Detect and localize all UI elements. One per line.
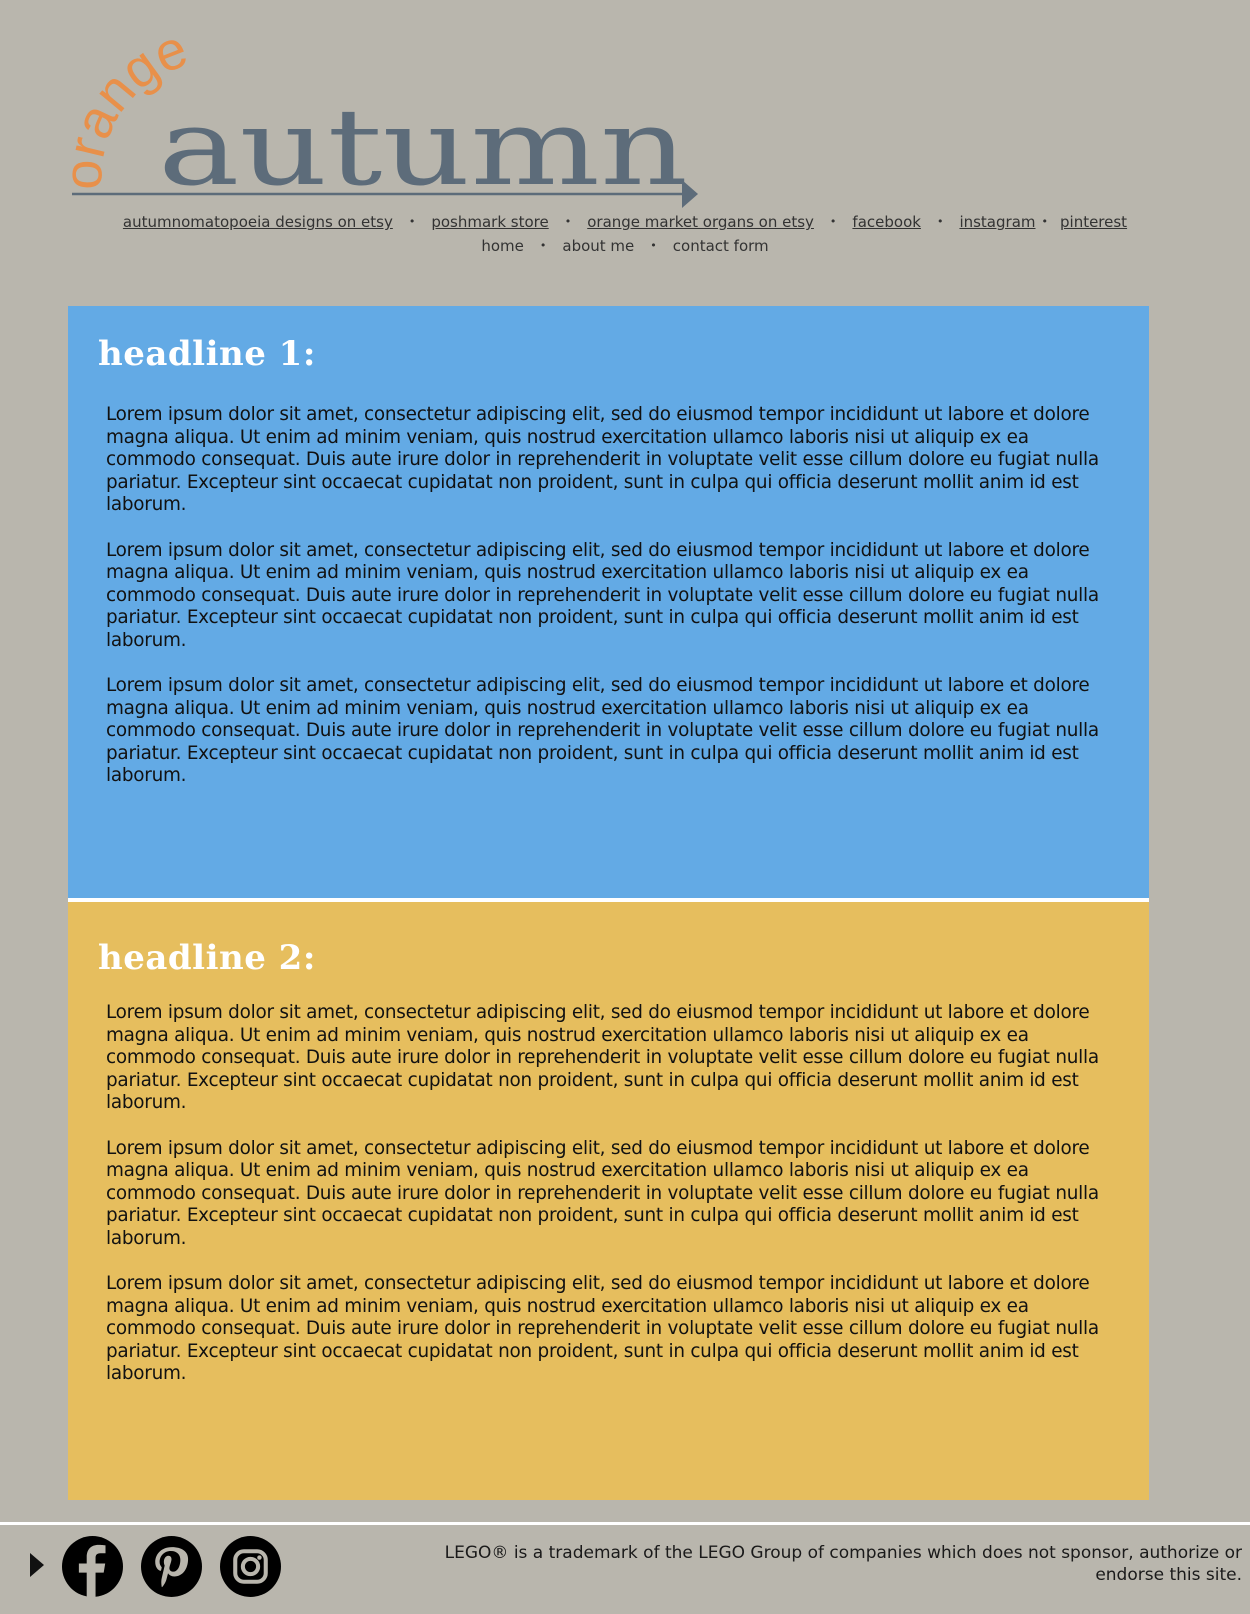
nav-separator: • bbox=[408, 215, 416, 228]
pinterest-icon[interactable] bbox=[141, 1536, 202, 1597]
nav-separator: • bbox=[829, 215, 837, 228]
site-logo[interactable]: orange autumn bbox=[66, 36, 726, 212]
body-paragraph: Lorem ipsum dolor sit amet, consectetur … bbox=[106, 675, 1099, 786]
facebook-icon[interactable] bbox=[62, 1536, 123, 1597]
footer-divider bbox=[0, 1522, 1250, 1525]
nav-link-pinterest[interactable]: pinterest bbox=[1060, 213, 1127, 231]
play-triangle-icon[interactable] bbox=[30, 1553, 44, 1577]
nav-link-home[interactable]: home bbox=[481, 237, 524, 255]
section-headline: headline 2: bbox=[98, 938, 316, 978]
nav-link-instagram[interactable]: instagram bbox=[959, 213, 1035, 231]
trademark-line-1: LEGO® is a trademark of the LEGO Group o… bbox=[444, 1543, 1242, 1563]
trademark-notice: LEGO® is a trademark of the LEGO Group o… bbox=[342, 1542, 1242, 1586]
logo-big-word: autumn bbox=[158, 86, 688, 209]
body-paragraph: Lorem ipsum dolor sit amet, consectetur … bbox=[106, 1002, 1099, 1113]
body-paragraph: Lorem ipsum dolor sit amet, consectetur … bbox=[106, 1273, 1099, 1384]
nav-separator: • bbox=[564, 215, 572, 228]
nav-separator: • bbox=[539, 239, 547, 252]
nav-link-contact[interactable]: contact form bbox=[673, 237, 769, 255]
body-paragraph: Lorem ipsum dolor sit amet, consectetur … bbox=[106, 539, 1099, 651]
nav-link-facebook[interactable]: facebook bbox=[852, 213, 921, 231]
section-body: Lorem ipsum dolor sit amet, consectetur … bbox=[106, 1002, 1106, 1409]
trademark-line-2: endorse this site. bbox=[1095, 1565, 1242, 1585]
body-paragraph: Lorem ipsum dolor sit amet, consectetur … bbox=[106, 1137, 1099, 1249]
section-body: Lorem ipsum dolor sit amet, consectetur … bbox=[106, 404, 1106, 811]
nav-separator: • bbox=[650, 239, 657, 252]
external-links-nav: autumnomatopoeia designs on etsy • poshmar… bbox=[0, 213, 1250, 231]
section-headline: headline 1: bbox=[98, 334, 316, 374]
content-section-2: headline 2: Lorem ipsum dolor sit amet, … bbox=[68, 902, 1149, 1500]
nav-link-etsy-organs[interactable]: orange market organs on etsy bbox=[587, 213, 814, 231]
nav-link-etsy-designs[interactable]: autumnomatopoeia designs on etsy bbox=[123, 213, 393, 231]
nav-separator: • bbox=[1041, 215, 1049, 228]
nav-separator: • bbox=[936, 215, 944, 228]
logo-arrow-head bbox=[682, 180, 698, 208]
body-paragraph: Lorem ipsum dolor sit amet, consectetur … bbox=[106, 404, 1099, 515]
site-nav: home • about me • contact form bbox=[0, 237, 1250, 255]
nav-link-about[interactable]: about me bbox=[562, 237, 634, 255]
nav-link-poshmark[interactable]: poshmark store bbox=[431, 213, 548, 231]
content-section-1: headline 1: Lorem ipsum dolor sit amet, … bbox=[68, 306, 1149, 898]
instagram-icon[interactable] bbox=[220, 1536, 281, 1597]
